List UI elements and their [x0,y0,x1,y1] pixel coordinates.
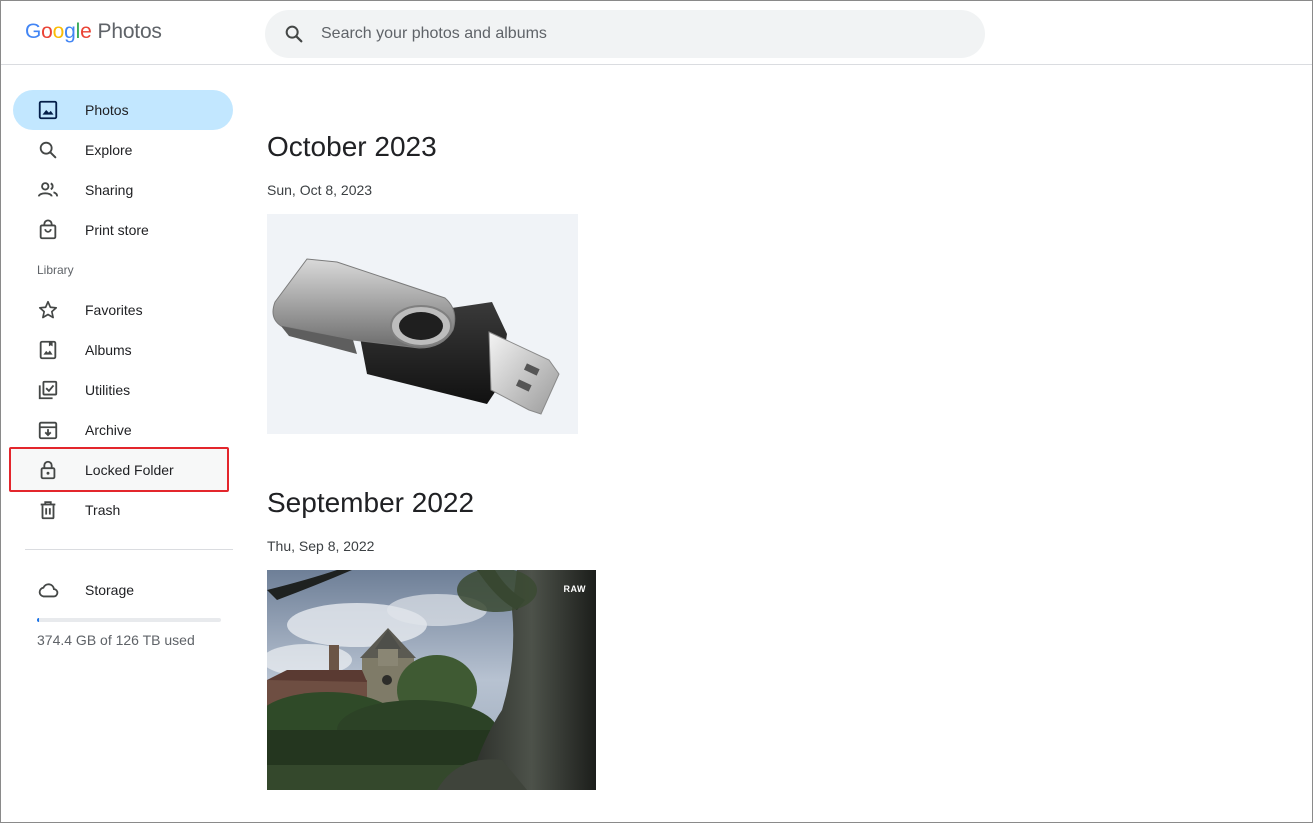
search-input[interactable] [321,10,961,58]
archive-icon [37,419,59,441]
sidebar-item-label: Print store [85,222,149,238]
google-photos-logo[interactable]: Google Photos [25,20,162,44]
sidebar-item-print-store[interactable]: Print store [13,210,233,250]
sidebar-divider [25,549,233,550]
lock-icon [37,459,59,481]
sidebar-item-label: Utilities [85,382,131,398]
sidebar-item-label: Storage [85,582,135,598]
sidebar: Photos Explore Sharing Print store Libra… [1,66,249,822]
sidebar-item-utilities[interactable]: Utilities [13,370,233,410]
sidebar-item-sharing[interactable]: Sharing [13,170,233,210]
month-heading: October 2023 [267,131,437,162]
app-window: GooglePhotos Photos Explore Sh [0,0,1313,823]
cloud-icon [37,579,59,601]
sidebar-item-favorites[interactable]: Favorites [13,290,233,330]
raw-badge: RAW [563,584,586,594]
logo-letter: o [52,20,65,43]
shopping-bag-icon [37,219,59,241]
sidebar-item-label: Albums [85,342,132,358]
album-icon [37,339,59,361]
date-heading[interactable]: Thu, Sep 8, 2022 [267,538,374,554]
church-landscape-image [267,570,596,790]
sidebar-item-label: Archive [85,422,132,438]
storage-usage-text: 374.4 GB of 126 TB used [37,632,195,648]
people-icon [37,179,59,201]
checklist-icon [37,379,59,401]
logo-letter: g [64,20,76,43]
trash-icon [37,499,59,521]
photo-thumbnail-church[interactable]: RAW [267,570,596,790]
logo-letter: e [80,20,92,43]
sidebar-item-trash[interactable]: Trash [13,490,233,530]
sidebar-item-albums[interactable]: Albums [13,330,233,370]
date-heading[interactable]: Sun, Oct 8, 2023 [267,182,372,198]
search-icon [37,139,59,161]
sidebar-item-label: Explore [85,142,133,158]
top-bar: Google Photos [1,1,1312,65]
month-heading: September 2022 [267,487,475,518]
product-name: Photos [97,20,162,43]
logo-letter: o [41,20,53,43]
sidebar-item-photos[interactable]: Photos [13,90,233,130]
sidebar-item-archive[interactable]: Archive [13,410,233,450]
usb-drive-image [272,258,560,415]
sidebar-item-label: Photos [85,102,129,118]
sidebar-item-explore[interactable]: Explore [13,130,233,170]
search-icon[interactable] [283,23,305,45]
logo-letter: G [25,20,42,43]
sidebar-item-storage[interactable]: Storage [13,570,233,610]
sidebar-item-label: Sharing [85,182,134,198]
sidebar-item-label: Locked Folder [85,462,174,478]
search-bar[interactable] [265,10,985,58]
storage-usage-fill [37,618,39,622]
sidebar-item-locked-folder[interactable]: Locked Folder [13,450,233,490]
photo-icon [37,99,59,121]
photo-thumbnail-usb-drive[interactable] [267,214,578,434]
star-icon [37,299,59,321]
storage-usage-bar [37,618,221,622]
sidebar-item-label: Favorites [85,302,143,318]
sidebar-item-label: Trash [85,502,121,518]
library-section-label: Library [37,263,74,277]
